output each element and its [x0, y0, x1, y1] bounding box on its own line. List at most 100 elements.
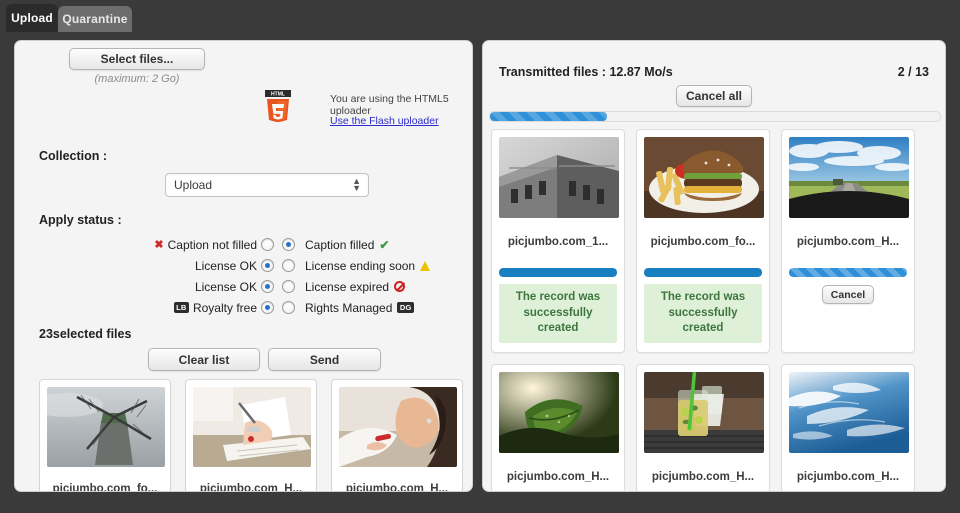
status-row-license-ending: License OK License ending soon	[133, 256, 433, 275]
file-name: picjumbo.com_H...	[651, 470, 755, 483]
thumbnail-burger	[644, 137, 764, 218]
green-check-icon: ✔	[379, 237, 390, 252]
upload-panel: Select files... (maximum: 2 Go) HTML You…	[14, 40, 473, 492]
status-row-license-expired: License OK License expired	[133, 277, 433, 296]
file-name: picjumbo.com_H...	[796, 236, 900, 248]
status-right-label: Rights Managed	[305, 300, 393, 315]
send-button[interactable]: Send	[268, 348, 381, 371]
lb-badge-icon: LB	[173, 302, 189, 313]
apply-status-options: ✖ Caption not filled Caption filled ✔ Li…	[133, 235, 433, 319]
html5-logo-icon: HTML	[265, 90, 291, 122]
transmitted-files-title: Transmitted files : 12.87 Mo/s	[499, 65, 673, 79]
table-row[interactable]: picjumbo.com_H...	[636, 363, 770, 491]
status-left-label: License OK	[194, 279, 257, 294]
file-name: picjumbo.com_H...	[506, 470, 610, 483]
status-row-caption: ✖ Caption not filled Caption filled ✔	[133, 235, 433, 254]
cancel-all-button[interactable]: Cancel all	[676, 85, 752, 107]
transmitted-files-panel: Transmitted files : 12.87 Mo/s 2 / 13 Ca…	[482, 40, 946, 492]
transmitted-files-grid: picjumbo.com_1... The record was success…	[491, 129, 939, 491]
table-row[interactable]: picjumbo.com_fo... The record was succes…	[636, 129, 770, 353]
file-progress-fill	[499, 268, 617, 277]
status-badge: The record was successfully created	[499, 284, 617, 343]
status-left-label: Caption not filled	[167, 237, 257, 252]
yellow-warning-icon	[420, 260, 431, 271]
file-name: picjumbo.com_1...	[507, 236, 609, 248]
flash-uploader-link[interactable]: Use the Flash uploader	[330, 115, 439, 127]
thumbnail-sky-clouds	[789, 371, 909, 453]
radio-caption-filled[interactable]	[282, 238, 295, 251]
radio-rights-managed[interactable]	[282, 301, 295, 314]
status-right-license-ending-soon: License ending soon	[305, 258, 431, 273]
radio-license-expired[interactable]	[282, 280, 295, 293]
radio-license-ok-2[interactable]	[261, 280, 274, 293]
table-row[interactable]: picjumbo.com_H...	[781, 363, 915, 491]
collection-label: Collection :	[39, 149, 108, 163]
status-left-caption-not-filled: ✖ Caption not filled	[133, 238, 257, 252]
file-progress-bar	[644, 268, 762, 277]
table-row[interactable]: picjumbo.com_1... The record was success…	[491, 129, 625, 353]
maximum-size-note: (maximum: 2 Go)	[94, 73, 180, 85]
collection-select[interactable]: Upload ▲ ▼	[165, 173, 369, 197]
file-progress-bar	[789, 268, 907, 277]
transmitted-files-count: 2 / 13	[897, 65, 929, 79]
file-progress-fill	[789, 268, 907, 277]
status-right-license-expired: License expired	[305, 279, 406, 294]
status-left-royalty-free: LB Royalty free	[133, 301, 257, 315]
table-row[interactable]: picjumbo.com_H... Cancel	[781, 129, 915, 353]
status-left-license-ok-1: License OK	[133, 259, 257, 273]
status-right-label: License expired	[305, 279, 390, 294]
file-name: picjumbo.com_H...	[796, 470, 900, 483]
radio-license-ending-soon[interactable]	[282, 259, 295, 272]
overall-progress-bar	[489, 111, 941, 122]
tab-quarantine-label: Quarantine	[62, 12, 128, 26]
overall-progress-fill	[490, 112, 607, 121]
dg-badge-icon: DG	[397, 302, 415, 313]
red-x-icon: ✖	[154, 239, 164, 251]
file-name: picjumbo.com_H...	[199, 483, 303, 492]
thumbnail-writing-hand	[193, 387, 311, 467]
status-right-rights-managed: Rights Managed DG	[305, 300, 415, 315]
tab-upload[interactable]: Upload	[6, 4, 58, 32]
collection-select-value: Upload	[174, 178, 213, 192]
thumbnail-windmill	[47, 387, 165, 467]
tab-quarantine[interactable]: Quarantine	[58, 6, 132, 32]
thumbnail-road	[789, 137, 909, 218]
thumbnail-leaf	[499, 371, 619, 453]
list-item[interactable]: picjumbo.com_H...	[331, 379, 463, 492]
table-row[interactable]: picjumbo.com_H...	[491, 363, 625, 491]
radio-license-ok-1[interactable]	[261, 259, 274, 272]
apply-status-label: Apply status :	[39, 213, 122, 227]
list-item[interactable]: picjumbo.com_H...	[185, 379, 317, 492]
file-progress-bar	[499, 268, 617, 277]
window-bottom-edge	[0, 492, 960, 513]
tab-bar: Upload Quarantine	[0, 0, 960, 32]
status-right-label: Caption filled	[305, 237, 375, 252]
tab-upload-label: Upload	[11, 11, 53, 25]
thumbnail-woman-desk	[339, 387, 457, 467]
file-name: picjumbo.com_H...	[345, 483, 449, 492]
cancel-button[interactable]: Cancel	[822, 285, 874, 304]
selected-files-count: 23selected files	[39, 327, 132, 341]
status-right-caption-filled: Caption filled ✔	[305, 238, 389, 252]
status-badge: The record was successfully created	[644, 284, 762, 343]
file-name: picjumbo.com_fo...	[650, 236, 756, 248]
thumbnail-building-bw	[499, 137, 619, 218]
radio-royalty-free[interactable]	[261, 301, 274, 314]
chevron-updown-icon: ▲ ▼	[352, 176, 361, 193]
collection-select-wrapper: Upload ▲ ▼	[165, 173, 369, 197]
red-prohibited-icon	[394, 281, 406, 292]
list-item[interactable]: picjumbo.com_fo...	[39, 379, 171, 491]
radio-caption-not-filled[interactable]	[261, 238, 274, 251]
file-progress-fill	[644, 268, 762, 277]
uploader-mode-note: You are using the HTML5 uploader	[330, 93, 449, 117]
svg-text:HTML: HTML	[271, 92, 285, 98]
status-row-rights: LB Royalty free Rights Managed DG	[133, 298, 433, 317]
clear-list-button[interactable]: Clear list	[148, 348, 260, 371]
selected-files-grid: picjumbo.com_fo... picjumbo.com_H... pic…	[39, 379, 463, 492]
status-left-license-ok-2: License OK	[133, 280, 257, 294]
status-right-label: License ending soon	[305, 258, 416, 273]
status-left-label: Royalty free	[192, 300, 257, 315]
status-left-label: License OK	[194, 258, 257, 273]
thumbnail-drink	[644, 371, 764, 453]
select-files-button[interactable]: Select files...	[69, 48, 205, 70]
